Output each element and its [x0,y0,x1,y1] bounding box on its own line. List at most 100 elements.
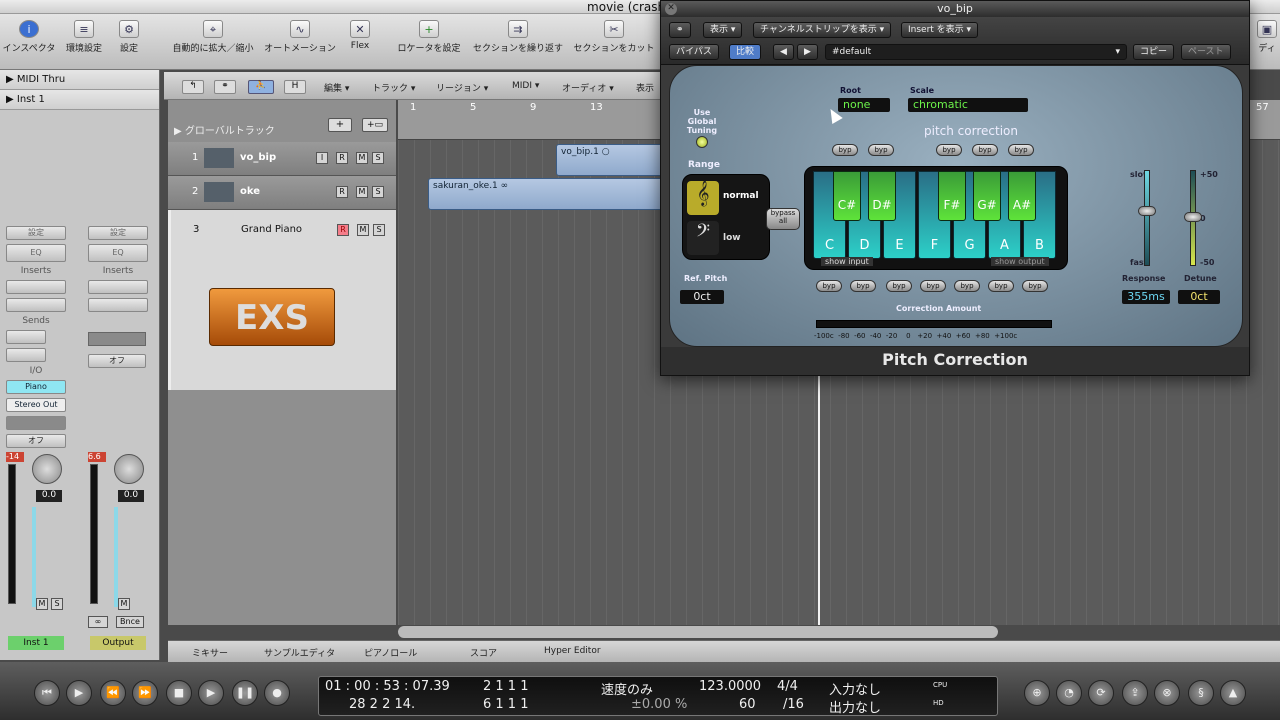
bass-clef-icon[interactable]: 𝄢 [687,221,719,255]
link-button[interactable]: ⚭ [669,22,691,38]
strip2-insert-slot-2[interactable] [88,298,148,312]
go-to-beginning-button[interactable]: ⏮ [34,680,60,706]
transport-lcd[interactable]: 01 : 00 : 53 : 07.39 28 2 2 14. 2 1 1 1 … [318,676,998,716]
inspector-row-inst1[interactable]: ▶ Inst 1 [0,90,159,110]
tab-piano-roll[interactable]: ピアノロール [364,646,417,659]
show-input-button[interactable]: show input [821,257,873,266]
menu-view[interactable]: 表示 [636,81,654,94]
audio-region[interactable]: sakuran_oke.1 ∞ [428,178,668,210]
play-from-selection-button[interactable]: ▶ [66,680,92,706]
menu-audio[interactable]: オーディオ ▾ [562,81,614,94]
response-slider-handle[interactable] [1138,206,1156,216]
byp-d[interactable]: byp [850,280,876,292]
previous-preset-button[interactable]: ◀ [773,44,794,60]
add-track-button[interactable]: + [328,118,352,132]
toolbar-preferences-button[interactable]: ≡ 環境設定 [62,20,106,54]
record-button[interactable]: R [337,224,349,236]
compare-button[interactable]: 比較 [729,44,762,60]
copy-button[interactable]: コピー [1133,44,1175,60]
metronome-button[interactable]: ▲ [1220,680,1246,706]
close-icon[interactable]: ✕ [665,3,677,15]
global-tracks-toggle[interactable]: ▶ グローバルトラック [174,122,275,137]
record-button[interactable]: ● [264,680,290,706]
strip1-automation-off[interactable]: オフ [6,434,66,448]
strip2-pan-knob[interactable] [114,454,144,484]
strip2-volume-fader[interactable] [114,507,118,607]
plugin-title-bar[interactable]: ✕ vo_bip [661,1,1249,17]
byp-c[interactable]: byp [816,280,842,292]
tab-score[interactable]: スコア [470,646,497,659]
horizontal-scrollbar[interactable] [398,626,998,638]
toolbar-cut-section-button[interactable]: ✂ セクションをカット [572,20,656,54]
byp-f-sharp[interactable]: byp [936,144,962,156]
key-c-sharp[interactable]: C# [833,171,861,221]
strip2-insert-slot[interactable] [88,280,148,294]
show-output-button[interactable]: show output [991,257,1049,266]
audio-region[interactable]: vo_bip.1 ○ [556,144,666,176]
toolbar-automation-button[interactable]: ∿ オートメーション [262,20,338,54]
strip2-automation-slot[interactable] [88,332,146,346]
hide-button[interactable]: H [284,80,306,94]
zoom-button[interactable]: ⊕ [1024,680,1050,706]
menu-edit[interactable]: 編集 ▾ [324,81,349,94]
key-d-sharp[interactable]: D# [868,171,896,221]
byp-a-sharp[interactable]: byp [1008,144,1034,156]
byp-a[interactable]: byp [988,280,1014,292]
strip1-mute-button[interactable]: M [36,598,48,610]
byp-g[interactable]: byp [954,280,980,292]
treble-clef-icon[interactable]: 𝄞 [687,181,719,215]
strip1-output-button[interactable]: Stereo Out [6,398,66,412]
root-display[interactable]: none [838,98,890,112]
byp-b[interactable]: byp [1022,280,1048,292]
mute-button[interactable]: M [356,186,368,198]
solo-button[interactable]: S [372,152,384,164]
tab-mixer[interactable]: ミキサー [192,646,228,659]
strip1-insert-slot-2[interactable] [6,298,66,312]
detune-display[interactable]: 0ct [1178,290,1220,304]
use-global-tuning-led[interactable] [696,136,708,148]
strip1-solo-button[interactable]: S [51,598,63,610]
strip1-eq-button[interactable]: EQ [6,244,66,262]
exs-instrument-icon[interactable]: EXS [209,288,335,346]
range-low[interactable]: low [723,233,741,243]
input-monitor-button[interactable]: I [316,152,328,164]
solo-button[interactable]: S [372,186,384,198]
record-button[interactable]: R [336,152,348,164]
response-slider[interactable] [1144,170,1150,266]
strip2-link-button[interactable]: ∞ [88,616,108,628]
show-channel-strip-menu[interactable]: チャンネルストリップを表示 ▾ [753,22,892,38]
strip1-send-slot-2[interactable] [6,348,46,362]
bypass-button[interactable]: バイパス [669,44,719,60]
toolbar-repeat-section-button[interactable]: ⇉ セクションを繰り返す [470,20,566,54]
toolbar-auto-zoom-button[interactable]: ⌖ 自動的に拡大／縮小 [168,20,258,54]
ref-pitch-display[interactable]: 0ct [680,290,724,304]
scale-display[interactable]: chromatic [908,98,1028,112]
pause-button[interactable]: ❚❚ [232,680,258,706]
autopunch-button[interactable]: ⇪ [1122,680,1148,706]
toolbar-set-locators-button[interactable]: + ロケータを設定 [394,20,464,54]
strip2-bounce-button[interactable]: Bnce [116,616,144,628]
menu-track[interactable]: トラック ▾ [372,81,415,94]
inspector-row-midi-thru[interactable]: ▶ MIDI Thru [0,70,159,90]
key-a-sharp[interactable]: A# [1008,171,1036,221]
strip1-send-slot[interactable] [6,330,46,344]
strip1-volume-fader[interactable] [32,507,36,607]
strip2-mute-button[interactable]: M [118,598,130,610]
strip1-setting-button[interactable]: 設定 [6,226,66,240]
link-button[interactable]: ⚭ [214,80,236,94]
track-row[interactable]: 2 oke R M S [168,176,396,210]
detune-slider-handle[interactable] [1184,212,1202,222]
tab-hyper-editor[interactable]: Hyper Editor [544,646,601,656]
rewind-button[interactable]: ⏪ [100,680,126,706]
fast-forward-button[interactable]: ⏩ [132,680,158,706]
strip2-automation-off[interactable]: オフ [88,354,146,368]
byp-d-sharp[interactable]: byp [868,144,894,156]
strip1-pan-knob[interactable] [32,454,62,484]
preset-menu[interactable]: #default ▾ [825,44,1127,60]
byp-e[interactable]: byp [886,280,912,292]
back-button[interactable]: ↰ [182,80,204,94]
solo-button[interactable]: S [373,224,385,236]
byp-f[interactable]: byp [920,280,946,292]
replace-button[interactable]: ◔ [1056,680,1082,706]
toolbar-right-item[interactable]: ▣ ディ [1254,20,1280,54]
